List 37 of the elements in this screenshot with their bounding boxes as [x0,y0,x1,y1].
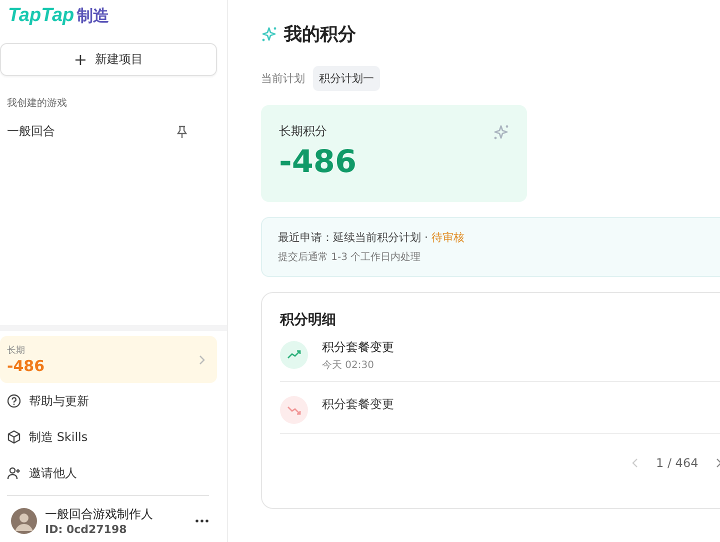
points-value: -486 [7,357,45,375]
plan-label: 当前计划 [261,71,305,86]
record-title: 积分套餐变更 [322,396,394,413]
game-item[interactable]: 一般回合 [7,123,55,140]
cube-icon [7,430,21,444]
balance-label: 长期积分 [279,123,327,140]
new-project-button[interactable]: + 新建项目 [0,43,217,76]
page-indicator: 1 / 464 [656,456,698,470]
user-id: ID: 0cd27198 [45,523,128,536]
more-icon [195,519,209,523]
section-label: 我创建的游戏 [6,96,68,110]
record-title: 积分套餐变更 [322,338,394,356]
page-title: 我的积分 [284,23,356,46]
status-text: 待审核 [432,231,464,244]
trend-up-icon [280,341,308,369]
trend-down-icon [280,396,308,424]
plan-tag: 积分计划一 [313,66,380,91]
balance-value: -486 [279,144,358,180]
user-name: 一般回合游戏制作人 [45,506,154,523]
chevron-left-icon [632,458,638,468]
section-title: 积分明细 [280,311,337,329]
add-person-icon [7,466,21,480]
logo-subtitle: 制造 [77,6,110,26]
menu-item[interactable]: 帮助与更新 [29,392,89,410]
logo-text: TapTap [8,5,74,27]
points-label: 长期 [7,344,26,357]
points-card[interactable]: 长期 -486 [0,336,217,383]
record-time: 今天 02:30 [322,358,375,372]
chevron-right-icon [199,354,205,364]
sparkle-icon [493,124,509,140]
sparkle-icon [261,26,277,42]
menu-item[interactable]: 邀请他人 [29,464,77,482]
avatar-icon [11,508,37,534]
menu-item[interactable]: 制造 Skills [29,428,88,446]
notice-text: 最近申请：延续当前积分计划 · [278,231,429,244]
notice-note: 提交后通常 1-3 个工作日内处理 [278,250,422,264]
help-icon [7,394,21,408]
